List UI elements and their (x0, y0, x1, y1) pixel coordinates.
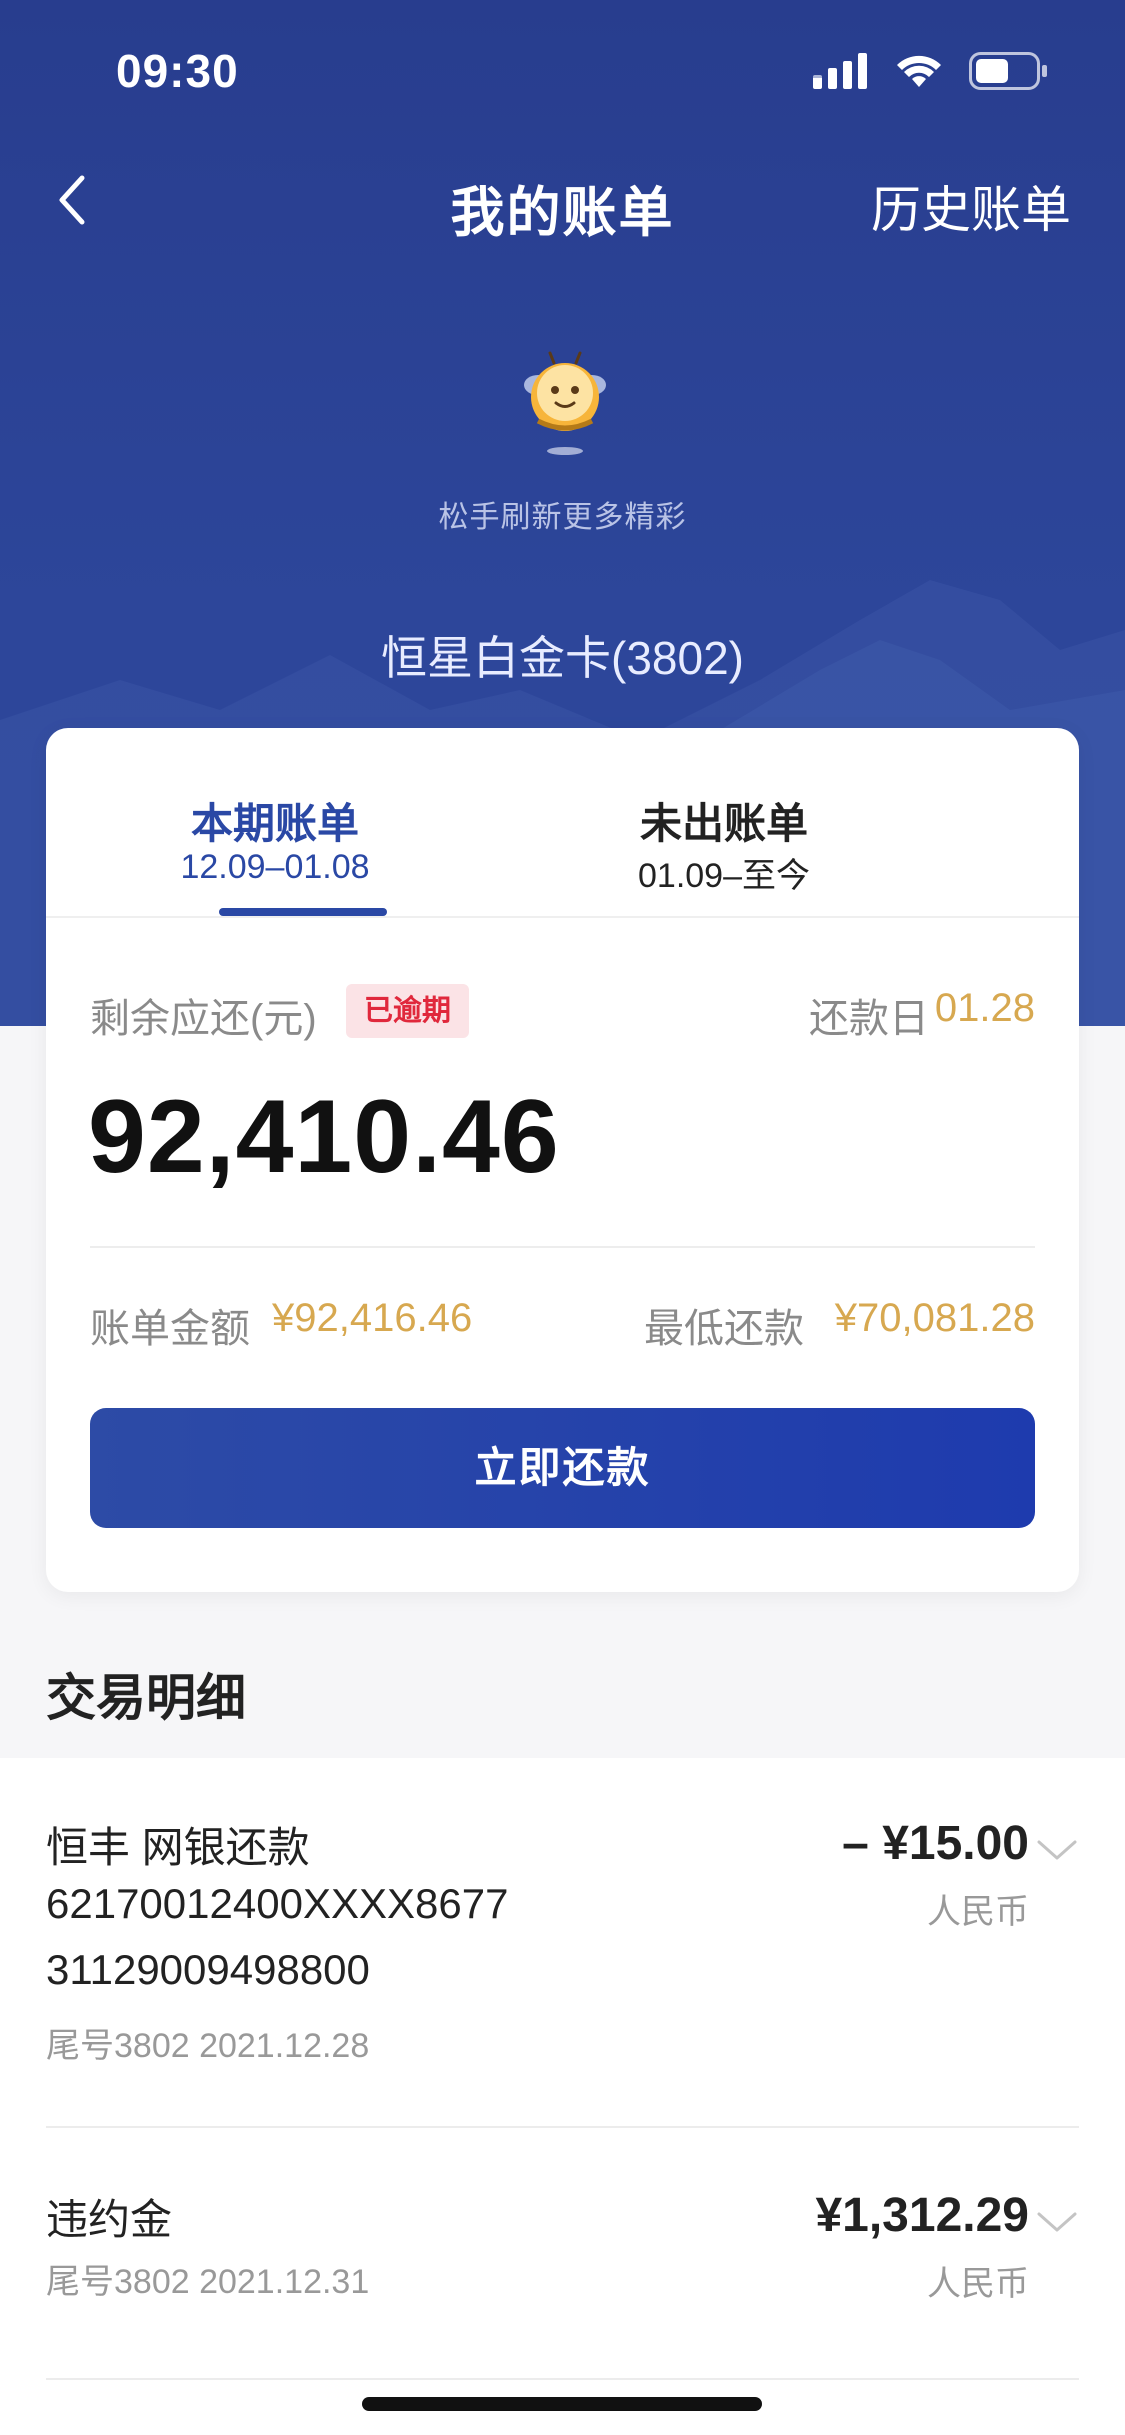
nav-bar: 我的账单 历史账单 (0, 150, 1125, 250)
bill-period-tabs: 本期账单 12.09–01.08 未出账单 01.09–至今 (46, 728, 1079, 918)
battery-icon (969, 52, 1047, 90)
transaction-list: 恒丰 网银还款 62170012400XXXX8677 311290094988… (0, 1758, 1125, 2435)
transaction-description: 31129009498800 (46, 1946, 370, 1993)
tab-current-title: 本期账单 (190, 800, 359, 847)
min-payment-value: ¥70,081.28 (834, 1296, 1035, 1340)
transaction-description: 62170012400XXXX8677 (46, 1880, 509, 1927)
card-name: 恒星白金卡(3802) (381, 632, 744, 684)
home-indicator[interactable] (362, 2397, 762, 2411)
chevron-down-icon[interactable] (1035, 2206, 1079, 2236)
divider (90, 1246, 1035, 1248)
tab-unbilled-title: 未出账单 (639, 800, 808, 847)
transaction-currency: 人民币 (927, 1893, 1029, 1931)
transactions-section-title: 交易明细 (46, 1670, 246, 1726)
bee-mascot-icon (524, 351, 606, 455)
due-date-label: 还款日 (809, 997, 929, 1041)
status-icons (813, 52, 1049, 90)
bill-summary-card: 本期账单 12.09–01.08 未出账单 01.09–至今 剩余应还(元) 已… (46, 728, 1079, 1592)
active-tab-indicator (219, 908, 387, 916)
tab-unbilled-range: 01.09–至今 (638, 857, 810, 895)
history-bills-link[interactable]: 历史账单 (871, 170, 1071, 242)
status-time: 09:30 (116, 45, 239, 97)
chevron-down-icon[interactable] (1035, 1834, 1079, 1864)
transaction-description: 违约金 (46, 2196, 173, 2243)
transaction-amount: ¥1,312.29 (815, 2189, 1029, 2242)
wifi-icon (897, 55, 941, 87)
transaction-amount: – ¥15.00 (842, 1817, 1029, 1870)
bill-amount-value: ¥92,416.46 (272, 1296, 473, 1340)
remaining-due-label: 剩余应还(元) (90, 997, 317, 1041)
cellular-signal-icon (813, 53, 867, 89)
tab-unbilled[interactable]: 未出账单 01.09–至今 (562, 728, 1078, 918)
transaction-description: 恒丰 网银还款 (46, 1824, 310, 1871)
transaction-card-date: 尾号3802 2021.12.28 (46, 2027, 370, 2065)
overdue-badge: 已逾期 (346, 984, 470, 1038)
transaction-row[interactable]: 违约金 尾号3802 2021.12.31 ¥1,312.29 人民币 (46, 2128, 1079, 2380)
due-date-value: 01.28 (934, 986, 1035, 1030)
status-bar: 09:30 (0, 0, 1125, 150)
transaction-row[interactable]: 恒丰 网银还款 62170012400XXXX8677 311290094988… (46, 1758, 1079, 2128)
pay-now-button[interactable]: 立即还款 (90, 1408, 1035, 1528)
transaction-currency: 人民币 (927, 2265, 1029, 2303)
min-payment-label: 最低还款 (644, 1307, 804, 1351)
bill-amount-label: 账单金额 (90, 1307, 250, 1351)
tab-current-range: 12.09–01.08 (180, 848, 370, 886)
transaction-card-date: 尾号3802 2021.12.31 (46, 2263, 370, 2301)
remaining-due-amount: 92,410.46 (88, 1079, 560, 1195)
refresh-hint: 松手刷新更多精彩 (438, 501, 687, 534)
